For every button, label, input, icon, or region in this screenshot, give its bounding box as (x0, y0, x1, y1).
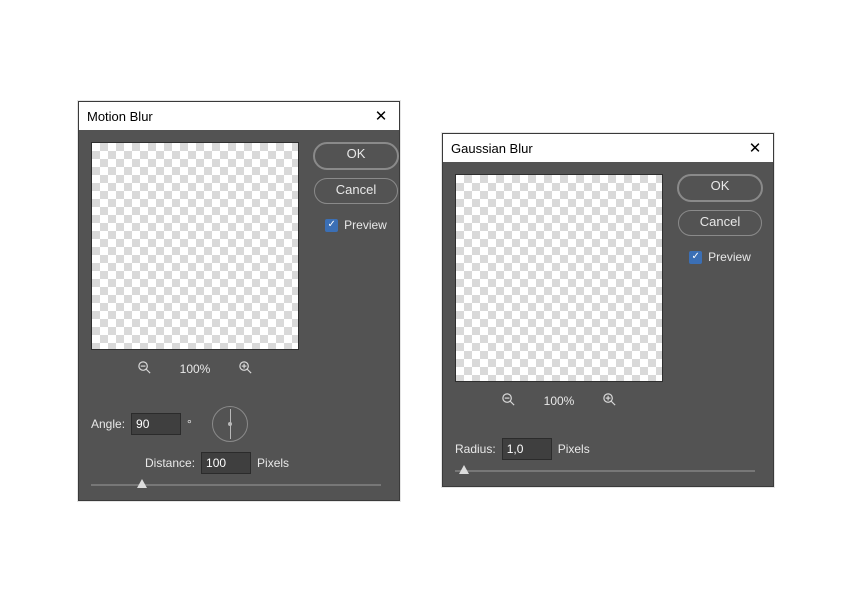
motion-blur-dialog: Motion Blur ✕ 100% OK Cancel ✓ Previe (78, 101, 400, 501)
zoom-out-icon[interactable] (137, 360, 152, 378)
angle-unit: ° (187, 417, 192, 431)
cancel-button[interactable]: Cancel (314, 178, 398, 204)
zoom-in-icon[interactable] (238, 360, 253, 378)
checker-pattern (92, 143, 298, 349)
distance-unit: Pixels (257, 456, 289, 470)
distance-label: Distance: (145, 456, 195, 470)
close-icon[interactable]: ✕ (745, 139, 765, 157)
angle-label: Angle: (91, 417, 125, 431)
preview-canvas[interactable] (455, 174, 663, 382)
dialog-title: Motion Blur (87, 109, 371, 124)
ok-button[interactable]: OK (313, 142, 399, 170)
distance-slider[interactable] (91, 484, 381, 486)
angle-row: Angle: 90 ° (91, 406, 387, 442)
gaussian-blur-dialog: Gaussian Blur ✕ 100% OK Cancel ✓ Prev (442, 133, 774, 487)
angle-input[interactable]: 90 (131, 413, 181, 435)
titlebar[interactable]: Gaussian Blur ✕ (443, 134, 773, 162)
angle-center-dot (228, 422, 232, 426)
dialog-title: Gaussian Blur (451, 141, 745, 156)
preview-canvas[interactable] (91, 142, 299, 350)
zoom-level: 100% (544, 394, 575, 408)
distance-input[interactable]: 100 (201, 452, 251, 474)
preview-label: Preview (344, 218, 387, 232)
cancel-button[interactable]: Cancel (678, 210, 762, 236)
radius-row: Radius: 1,0 Pixels (455, 438, 761, 460)
preview-toggle[interactable]: ✓ Preview (689, 250, 751, 264)
close-icon[interactable]: ✕ (371, 107, 391, 125)
radius-input[interactable]: 1,0 (502, 438, 552, 460)
zoom-out-icon[interactable] (501, 392, 516, 410)
radius-label: Radius: (455, 442, 496, 456)
zoom-bar: 100% (91, 358, 299, 380)
distance-row: Distance: 100 Pixels (91, 452, 387, 474)
zoom-bar: 100% (455, 390, 663, 412)
zoom-in-icon[interactable] (602, 392, 617, 410)
preview-checkbox[interactable]: ✓ (689, 251, 702, 264)
radius-unit: Pixels (558, 442, 590, 456)
preview-checkbox[interactable]: ✓ (325, 219, 338, 232)
radius-slider[interactable] (455, 470, 755, 472)
angle-dial[interactable] (212, 406, 248, 442)
preview-toggle[interactable]: ✓ Preview (325, 218, 387, 232)
zoom-level: 100% (180, 362, 211, 376)
distance-slider-thumb[interactable] (137, 479, 147, 488)
checker-pattern (456, 175, 662, 381)
titlebar[interactable]: Motion Blur ✕ (79, 102, 399, 130)
ok-button[interactable]: OK (677, 174, 763, 202)
preview-label: Preview (708, 250, 751, 264)
radius-slider-thumb[interactable] (459, 465, 469, 474)
